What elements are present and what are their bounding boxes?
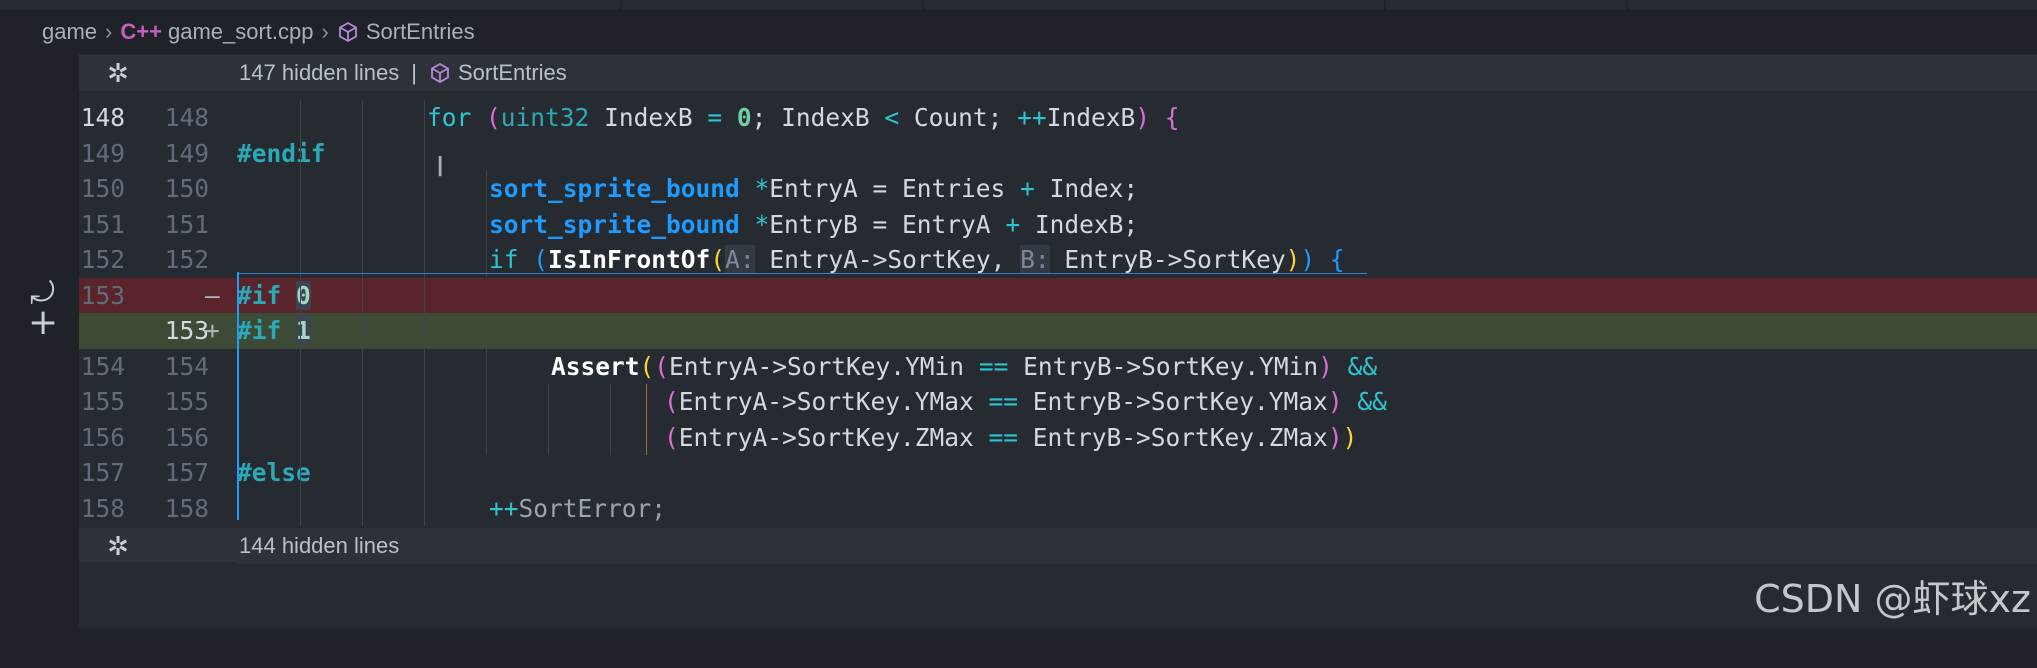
code-line[interactable]: 149 149 #endif [79, 136, 2037, 172]
code-text: (EntryA->SortKey.ZMax == EntryB->SortKey… [664, 422, 1358, 452]
new-line-number: 150 [164, 174, 209, 203]
new-line-number: 158 [164, 493, 209, 523]
fold-separator: | [411, 60, 417, 85]
code-text: sort_sprite_bound *EntryA = Entries + In… [489, 174, 1139, 203]
diff-added-marker: + [205, 316, 220, 345]
bracket-guide [646, 384, 647, 455]
new-line-number: 155 [164, 387, 209, 416]
indent-guide [486, 349, 487, 455]
chevron-right-icon: › [105, 19, 113, 44]
hidden-lines-fold-top[interactable]: ✲ 147 hidden lines | SortEntries [79, 55, 2037, 91]
new-line-number: 153 [164, 316, 209, 345]
indent-guide [486, 171, 487, 277]
code-line[interactable]: 156 156 (EntryA->SortKey.ZMax == EntryB-… [79, 420, 2037, 456]
old-line-number: 151 [80, 209, 125, 239]
bottom-gutter [79, 562, 237, 628]
code-text: Assert((EntryA->SortKey.YMin == EntryB->… [551, 351, 1378, 381]
new-line-number: 149 [164, 138, 209, 168]
code-lines: 148 148 for (uint32 IndexB = 0; IndexB <… [79, 100, 2037, 526]
watermark: CSDN @虾球xz [1754, 577, 2031, 621]
new-line-number: 151 [164, 209, 209, 239]
indent-guide [610, 384, 611, 455]
new-line-number: 157 [164, 458, 209, 487]
old-line-number: 149 [80, 138, 125, 168]
hidden-lines-label: 147 hidden lines [239, 60, 400, 85]
old-line-number: 158 [80, 493, 125, 523]
plus-icon[interactable]: + [28, 302, 58, 343]
code-text: for (uint32 IndexB = 0; IndexB < Count; … [427, 103, 1180, 132]
chevron-right-icon: › [321, 19, 329, 44]
cube-symbol-icon [429, 62, 451, 84]
window-top-strip [0, 0, 2037, 10]
unfold-icon[interactable]: ✲ [79, 531, 157, 562]
code-line[interactable]: 158 158 ++SortError; [79, 491, 2037, 527]
code-text: sort_sprite_bound *EntryB = EntryA + Ind… [489, 209, 1139, 239]
breadcrumb: game › C++ game_sort.cpp › SortEntries [0, 10, 2037, 54]
code-line[interactable]: 155 155 (EntryA->SortKey.YMax == EntryB-… [79, 384, 2037, 420]
new-line-number: 148 [164, 103, 209, 132]
diff-removed-marker: — [205, 280, 220, 310]
old-line-number: 153 [80, 280, 125, 310]
code-text: #endif [237, 138, 326, 168]
old-line-number: 155 [80, 387, 125, 416]
inlay-hint: A: [725, 245, 755, 274]
unfold-icon[interactable]: ✲ [79, 58, 157, 89]
deleted-line[interactable]: 153 — #if 0 [79, 277, 2037, 313]
indent-guide [300, 100, 301, 526]
new-line-number: 152 [164, 245, 209, 274]
inlay-hint: B: [1020, 245, 1050, 274]
breadcrumb-folder[interactable]: game [42, 19, 97, 45]
old-line-number: 150 [80, 174, 125, 203]
old-line-number: 152 [80, 245, 125, 274]
link-underline [237, 273, 1367, 274]
indent-guide [548, 384, 549, 455]
cube-symbol-icon [337, 21, 359, 43]
code-line[interactable]: 151 151 sort_sprite_bound *EntryB = Entr… [79, 207, 2037, 243]
indent-guide [424, 100, 425, 526]
code-text: ++SortError; [489, 493, 667, 523]
old-line-number: 157 [80, 458, 125, 487]
hidden-lines-fold-bottom[interactable]: ✲ 144 hidden lines [79, 528, 2037, 564]
breadcrumb-file[interactable]: game_sort.cpp [168, 19, 314, 45]
code-line[interactable]: 148 148 for (uint32 IndexB = 0; IndexB <… [79, 100, 2037, 136]
code-line[interactable]: 157 157 #else [79, 455, 2037, 491]
code-text: (EntryA->SortKey.YMax == EntryB->SortKey… [664, 387, 1387, 416]
hidden-lines-label: 144 hidden lines [239, 533, 400, 558]
old-line-number: 154 [80, 351, 125, 381]
added-line[interactable]: 153 + #if 1 [79, 313, 2037, 349]
text-cursor-icon: I [436, 150, 445, 183]
indent-guide [362, 100, 363, 526]
old-line-number: 148 [80, 103, 125, 132]
code-line[interactable]: 154 154 Assert((EntryA->SortKey.YMin == … [79, 349, 2037, 385]
change-bar [237, 272, 239, 520]
old-line-number: 156 [80, 422, 125, 452]
cpp-file-icon: C++ [120, 19, 162, 44]
new-line-number: 156 [164, 422, 209, 452]
breadcrumb-symbol[interactable]: SortEntries [366, 19, 475, 45]
code-line[interactable]: 150 150 sort_sprite_bound *EntryA = Entr… [79, 171, 2037, 207]
fold-symbol: SortEntries [457, 60, 567, 85]
new-line-number: 154 [164, 351, 209, 381]
